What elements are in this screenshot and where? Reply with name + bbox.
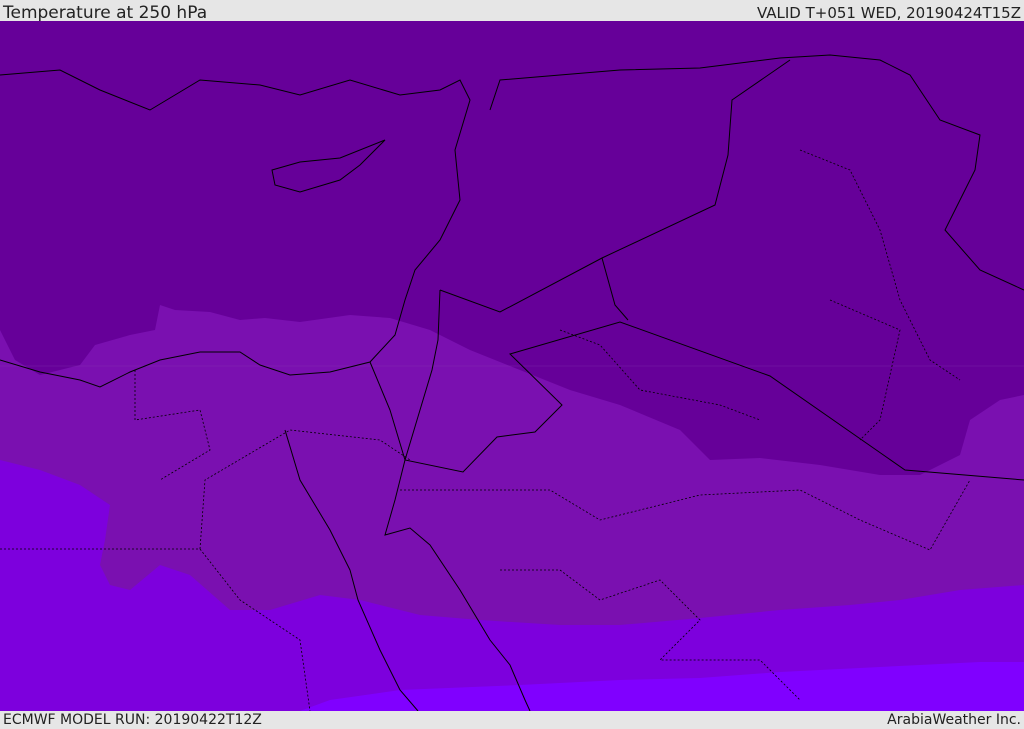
footer-bar: ECMWF MODEL RUN: 20190422T12Z ArabiaWeat… [0,711,1024,729]
model-run: ECMWF MODEL RUN: 20190422T12Z [3,712,262,728]
map-title: Temperature at 250 hPa [3,3,208,23]
header-bar: Temperature at 250 hPa VALID T+051 WED, … [0,0,1024,23]
valid-time: VALID T+051 WED, 20190424T15Z [756,4,1021,22]
temperature-map [0,21,1024,711]
credit: ArabiaWeather Inc. [887,712,1021,728]
